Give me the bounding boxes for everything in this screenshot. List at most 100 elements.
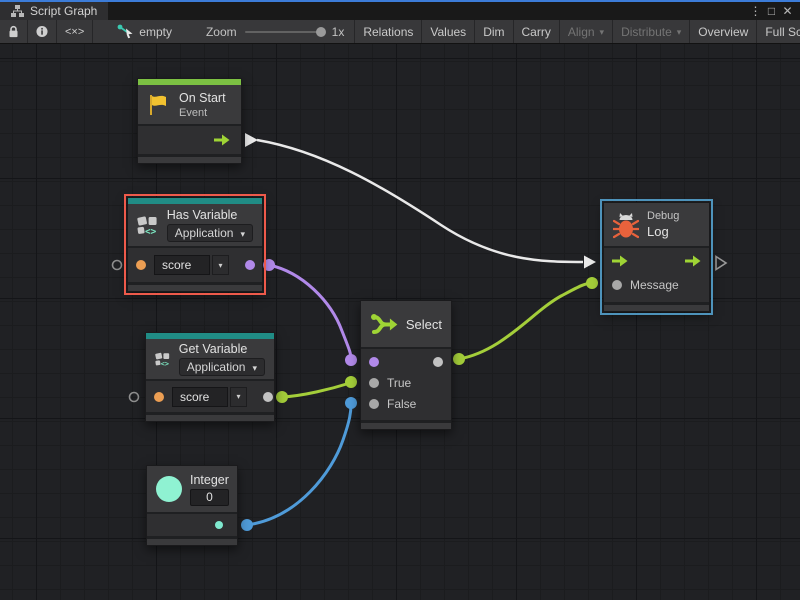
graph-pointer[interactable]: empty — [117, 24, 172, 39]
align-button[interactable]: Align ▾ — [559, 20, 612, 43]
svg-text:<>: <> — [145, 226, 157, 237]
wire-getvariable-to-select[interactable] — [282, 383, 350, 397]
node-integer[interactable]: Integer 0 — [146, 465, 238, 546]
overview-button[interactable]: Overview — [689, 20, 756, 43]
chevron-down-icon: ▾ — [252, 363, 257, 374]
condition-input-port[interactable] — [369, 357, 379, 367]
info-button[interactable] — [28, 20, 57, 43]
true-input-port[interactable] — [369, 378, 379, 388]
variable-name-dropdown[interactable]: ▾ — [230, 387, 247, 407]
name-input-port[interactable] — [136, 260, 146, 270]
close-icon[interactable]: ✕ — [780, 4, 795, 18]
node-on-start[interactable]: On Start Event — [137, 78, 242, 164]
node-has-variable[interactable]: <> Has Variable Application ▾ score ▾ — [127, 197, 263, 292]
message-input-port[interactable] — [612, 280, 622, 290]
unconnected-port-ring[interactable] — [113, 261, 122, 270]
zoom-label: Zoom — [206, 25, 237, 39]
wire-hasvariable-to-select[interactable] — [269, 265, 351, 359]
zoom-slider[interactable] — [245, 31, 323, 33]
toolbar-middle: empty Zoom 1x — [93, 20, 354, 43]
values-button[interactable]: Values — [421, 20, 474, 43]
tab-title: Script Graph — [30, 4, 97, 18]
node-header: Debug Log — [604, 203, 709, 246]
chevron-down-icon: ▾ — [236, 392, 240, 401]
value-output-port[interactable] — [263, 392, 273, 402]
wire-cap — [263, 259, 275, 271]
scope-dropdown[interactable]: Application ▾ — [179, 358, 265, 376]
integer-literal-icon — [156, 476, 182, 502]
graph-pointer-icon — [117, 24, 134, 39]
bug-icon — [613, 211, 639, 239]
wire-cap — [241, 519, 253, 531]
wire-cap — [345, 397, 357, 409]
integer-value-field[interactable]: 0 — [190, 489, 229, 506]
node-ports: True False — [361, 347, 451, 420]
chevron-down-icon: ▾ — [677, 27, 682, 38]
integer-output-port[interactable] — [215, 521, 223, 529]
node-header: <> Has Variable Application ▾ — [128, 204, 262, 246]
tab-script-graph[interactable]: Script Graph — [0, 2, 108, 20]
unconnected-port-ring[interactable] — [130, 393, 139, 402]
node-header: <> Get Variable Application ▾ — [146, 339, 274, 379]
dim-button[interactable]: Dim — [474, 20, 512, 43]
window-menu-icon[interactable]: ⋮ — [748, 4, 763, 18]
angle-brackets-button[interactable]: <×> — [57, 20, 93, 43]
script-graph-icon — [11, 5, 24, 17]
node-header: On Start Event — [138, 85, 241, 124]
node-get-variable[interactable]: <> Get Variable Application ▾ score ▾ — [145, 332, 275, 422]
graph-canvas[interactable]: On Start Event <> Has Variabl — [0, 44, 800, 600]
chevron-down-icon: ▾ — [240, 229, 245, 240]
node-footer — [128, 282, 262, 291]
variable-name-field[interactable]: score — [172, 387, 228, 407]
lock-icon — [8, 25, 19, 38]
control-input-port[interactable] — [612, 255, 628, 267]
node-header: Select — [361, 301, 451, 347]
scope-dropdown[interactable]: Application ▾ — [167, 224, 253, 242]
node-debug-log[interactable]: Debug Log Message — [603, 202, 710, 312]
node-title: On Start — [179, 91, 226, 105]
chevron-down-icon: ▾ — [600, 27, 605, 38]
wire-cap — [345, 354, 357, 366]
wire-integer-to-select[interactable] — [247, 404, 351, 525]
wire-cap — [453, 353, 465, 365]
node-ports: score ▾ — [128, 246, 262, 282]
wire-cap — [345, 376, 357, 388]
wire-select-to-log[interactable] — [459, 283, 592, 359]
wire-arrowhead — [584, 256, 596, 269]
window-controls: ⋮ □ ✕ — [748, 2, 800, 20]
flag-icon — [147, 93, 171, 117]
variable-name-dropdown[interactable]: ▾ — [212, 255, 229, 275]
select-merge-icon — [370, 310, 398, 338]
control-output-port[interactable] — [214, 134, 230, 146]
title-bar: Script Graph ⋮ □ ✕ — [0, 0, 800, 20]
node-select[interactable]: Select True False — [360, 300, 452, 430]
node-footer — [138, 154, 241, 163]
wire-arrowhead — [245, 133, 258, 147]
relations-button[interactable]: Relations — [354, 20, 421, 43]
carry-button[interactable]: Carry — [513, 20, 559, 43]
info-icon — [36, 25, 48, 38]
bool-output-port[interactable] — [245, 260, 255, 270]
node-ports — [138, 124, 241, 154]
node-header: Integer 0 — [147, 466, 237, 512]
unconnected-control-triangle[interactable] — [716, 257, 726, 270]
fullscreen-button[interactable]: Full Screen — [756, 20, 800, 43]
graph-toolbar: <×> empty Zoom 1x Relations Values Dim C… — [0, 20, 800, 44]
wire-onstart-to-log[interactable] — [257, 140, 583, 262]
control-output-port[interactable] — [685, 255, 701, 267]
selection-output-port[interactable] — [433, 357, 443, 367]
message-port-label: Message — [630, 278, 679, 292]
variable-name-field[interactable]: score — [154, 255, 210, 275]
lock-button[interactable] — [0, 20, 28, 43]
node-footer — [361, 420, 451, 429]
zoom-slider-knob[interactable] — [316, 27, 326, 37]
node-title: Log — [647, 224, 679, 239]
toolbar-buttons: Relations Values Dim Carry Align ▾ Distr… — [354, 20, 800, 43]
false-input-port[interactable] — [369, 399, 379, 409]
name-input-port[interactable] — [154, 392, 164, 402]
wire-cap — [276, 391, 288, 403]
maximize-icon[interactable]: □ — [764, 4, 779, 18]
node-ports — [147, 512, 237, 536]
node-ports: Message — [604, 246, 709, 302]
distribute-button[interactable]: Distribute ▾ — [612, 20, 689, 43]
